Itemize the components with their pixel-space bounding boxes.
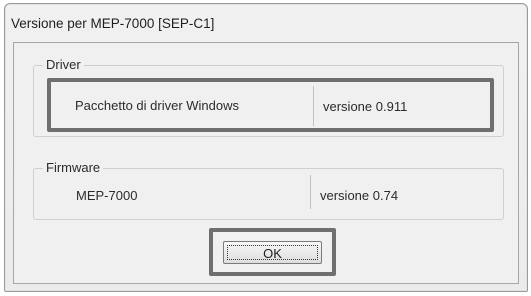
ok-button-label: OK <box>263 246 282 261</box>
firmware-group-label: Firmware <box>43 160 104 176</box>
ok-highlight-frame: OK <box>209 228 336 276</box>
window-title: Versione per MEP-7000 [SEP-C1] <box>11 16 215 31</box>
driver-group-label: Driver <box>43 57 84 73</box>
firmware-column-divider <box>310 175 311 209</box>
driver-version: versione 0.911 <box>323 99 408 114</box>
version-dialog: Versione per MEP-7000 [SEP-C1] Driver Pa… <box>4 3 528 292</box>
dialog-body: Driver Pacchetto di driver Windows versi… <box>13 42 519 284</box>
driver-column-divider <box>313 86 314 126</box>
driver-package-name: Pacchetto di driver Windows <box>75 98 240 113</box>
title-bar[interactable]: Versione per MEP-7000 [SEP-C1] <box>5 4 527 42</box>
firmware-version: versione 0.74 <box>320 188 399 203</box>
driver-highlight-frame: Pacchetto di driver Windows versione 0.9… <box>47 78 494 132</box>
firmware-groupbox: Firmware MEP-7000 versione 0.74 <box>33 160 504 220</box>
ok-button[interactable]: OK <box>223 241 322 264</box>
firmware-name: MEP-7000 <box>76 188 138 203</box>
